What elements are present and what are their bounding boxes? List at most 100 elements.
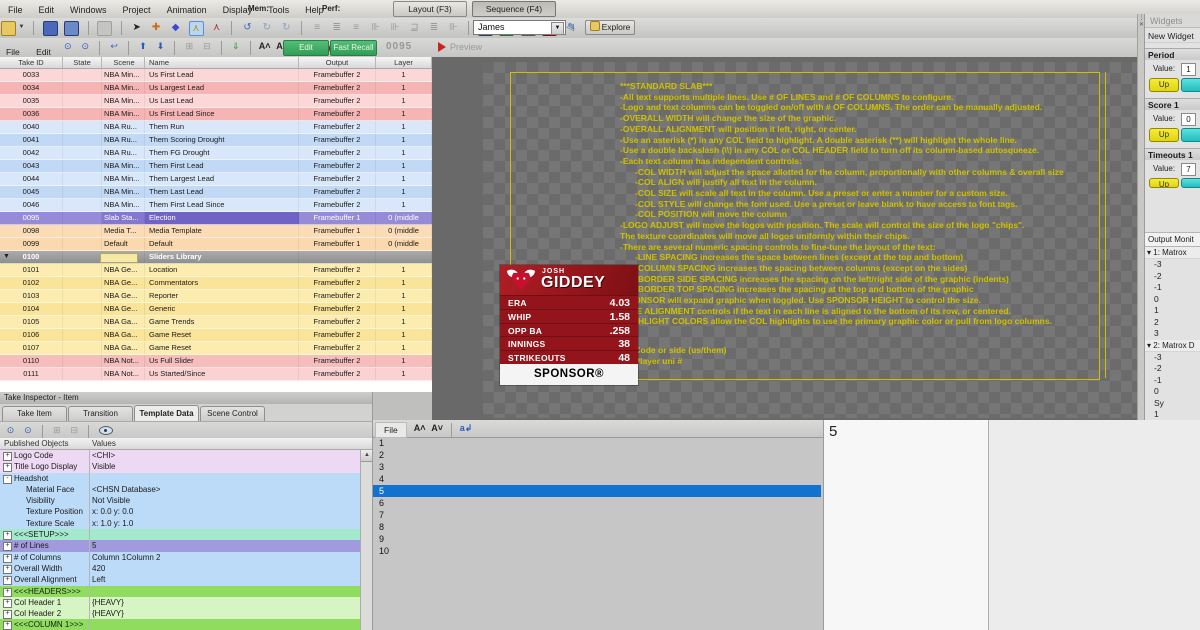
pen-settings-icon[interactable]: ✎ [565,21,578,34]
expand-icon[interactable]: + [3,599,12,608]
open-project-icon[interactable] [1,21,16,36]
take-row[interactable]: 0111NBA Not...Us Started/SinceFramebuffe… [0,368,432,381]
sequencer-file-menu[interactable]: File [0,44,26,57]
take-row[interactable]: 0110NBA Not...Us Full SliderFramebuffer … [0,355,432,368]
sequencer-edit-menu[interactable]: Edit [30,44,57,57]
channel-offset-item[interactable]: 0 [1145,294,1200,306]
widget-value-input[interactable]: 7 [1181,163,1196,176]
fast-recall-button[interactable]: Fast Recall [330,40,377,56]
move-up-icon[interactable]: ⬆ [137,40,150,53]
scale-tool-icon[interactable]: ⋏ [210,21,223,34]
expand-icon[interactable]: + [3,610,12,619]
menu-windows[interactable]: Windows [62,2,115,15]
widget-value-input[interactable]: 0 [1181,113,1196,126]
editor-line[interactable]: 10 [373,545,821,557]
menu-animation[interactable]: Animation [159,2,215,15]
axis-tool-icon[interactable]: ◆ [169,21,182,34]
take-row[interactable]: 0044NBA Min...Them Largest LeadFramebuff… [0,173,432,186]
channel-offset-item[interactable]: -1 [1145,282,1200,294]
tab-take-item[interactable]: Take Item [2,406,67,421]
published-object-row[interactable]: +Title Logo DisplayVisible [0,461,360,472]
object-value[interactable]: x: 1.0 y: 1.0 [92,518,133,529]
published-object-row[interactable]: +<<<SETUP>>> [0,529,360,540]
take-row[interactable]: 0040NBA Ru...Them RunFramebuffer 21 [0,121,432,134]
expand-icon[interactable]: + [3,452,12,461]
channel-header[interactable]: ▾ 1: Matrox [1145,247,1200,259]
tab-scene-control[interactable]: Scene Control [200,406,265,421]
published-object-row[interactable]: +<<<COLUMN 1>>> [0,619,360,630]
menu-file[interactable]: File [0,2,31,15]
widget-value-input[interactable]: 1 [1181,63,1196,76]
save-all-icon[interactable] [64,21,79,36]
take-row[interactable]: 0103NBA Ge...ReporterFramebuffer 21 [0,290,432,303]
published-object-row[interactable]: Texture Scalex: 1.0 y: 1.0 [0,518,360,529]
tab-transition[interactable]: Transition [68,406,133,421]
sequence-tab-button[interactable]: Sequence (F4) [472,1,556,17]
column-header-output[interactable]: Output [299,57,376,68]
expand-icon[interactable]: + [3,542,12,551]
published-object-row[interactable]: +# of ColumnsColumn 1Column 2 [0,552,360,563]
published-object-row[interactable]: +Overall AlignmentLeft [0,574,360,585]
expand-icon[interactable]: + [3,588,12,597]
insert-take-icon[interactable]: ⇓ [229,40,242,53]
menu-project[interactable]: Project [115,2,159,15]
widget-up-button[interactable]: Up [1149,78,1179,92]
channel-offset-item[interactable]: -1 [1145,375,1200,387]
take-row[interactable]: 0107NBA Ga...Game ResetFramebuffer 21 [0,342,432,355]
take-row[interactable]: 0102NBA Ge...CommentatorsFramebuffer 21 [0,277,432,290]
object-value[interactable]: {HEAVY} [92,608,124,619]
channel-offset-item[interactable]: -2 [1145,271,1200,283]
take-row[interactable]: 0099DefaultDefaultFramebuffer 10 (middle [0,238,432,251]
channel-offset-item[interactable]: -3 [1145,352,1200,364]
channel-header[interactable]: ▾ 2: Matrox D [1145,340,1200,352]
column-header-layer[interactable]: Layer [376,57,432,68]
new-widget-button[interactable]: New Widget [1145,30,1200,43]
expand-icon[interactable]: + [3,531,12,540]
move-down-icon[interactable]: ⬇ [154,40,167,53]
open-dropdown-icon[interactable]: ▼ [18,21,25,34]
published-object-row[interactable]: +Logo Code<CHI> [0,450,360,461]
editor-file-menu[interactable]: File [375,422,407,438]
editor-font-decrease-icon[interactable]: A˅ [431,422,444,435]
published-object-row[interactable]: Material Face<CHSN Database> [0,484,360,495]
prev-take-icon[interactable]: ⊙ [61,40,74,53]
published-object-row[interactable]: +# of Lines5 [0,540,360,551]
editor-line[interactable]: 8 [373,521,821,533]
take-row[interactable]: 0095Slab Sta...ElectionFramebuffer 10 (m… [0,212,432,225]
take-row[interactable]: 0036NBA Min...Us First Lead SinceFramebu… [0,108,432,121]
editor-line[interactable]: 9 [373,533,821,545]
object-value[interactable]: <CHI> [92,450,115,461]
take-row[interactable]: 0035NBA Min...Us Last LeadFramebuffer 21 [0,95,432,108]
editor-font-increase-icon[interactable]: A˄ [413,422,426,435]
expand-icon[interactable]: + [3,565,12,574]
widget-down-button[interactable] [1181,128,1200,142]
expand-icon[interactable]: + [3,463,12,472]
column-header-state[interactable]: State [63,57,102,68]
editor-line[interactable]: 1 [373,437,821,449]
take-row[interactable]: 0105NBA Ga...Game TrendsFramebuffer 21 [0,316,432,329]
channel-offset-item[interactable]: 0 [1145,386,1200,398]
next-take-icon[interactable]: ⊙ [79,40,92,53]
menu-edit[interactable]: Edit [31,2,63,15]
object-value[interactable]: {HEAVY} [92,597,124,608]
editor-line[interactable]: 5 [373,485,821,497]
take-row[interactable]: 0042NBA Ru...Them FG DroughtFramebuffer … [0,147,432,160]
combo-arrow-icon[interactable]: ▼ [551,22,564,35]
take-row[interactable]: 0034NBA Min...Us Largest LeadFramebuffer… [0,82,432,95]
editor-line[interactable]: 7 [373,509,821,521]
take-row[interactable]: 0043NBA Min...Them First LeadFramebuffer… [0,160,432,173]
published-object-row[interactable]: +Col Header 1{HEAVY} [0,597,360,608]
take-row[interactable]: 0101NBA Ge...LocationFramebuffer 21 [0,264,432,277]
channel-offset-item[interactable]: -2 [1145,363,1200,375]
object-value[interactable]: Left [92,574,105,585]
widget-up-button[interactable]: Up [1149,128,1179,142]
tab-template-data[interactable]: Template Data [134,405,199,422]
group-expander-icon[interactable]: ▼ [3,251,10,263]
widget-down-button[interactable] [1181,178,1200,188]
editor-line[interactable]: 4 [373,473,821,485]
visibility-eye-icon[interactable] [99,426,113,435]
take-row[interactable]: 0046NBA Min...Them First Lead SinceFrame… [0,199,432,212]
published-object-row[interactable]: +<<<HEADERS>>> [0,586,360,597]
published-object-row[interactable]: VisibilityNot Visible [0,495,360,506]
object-value[interactable]: 420 [92,563,105,574]
